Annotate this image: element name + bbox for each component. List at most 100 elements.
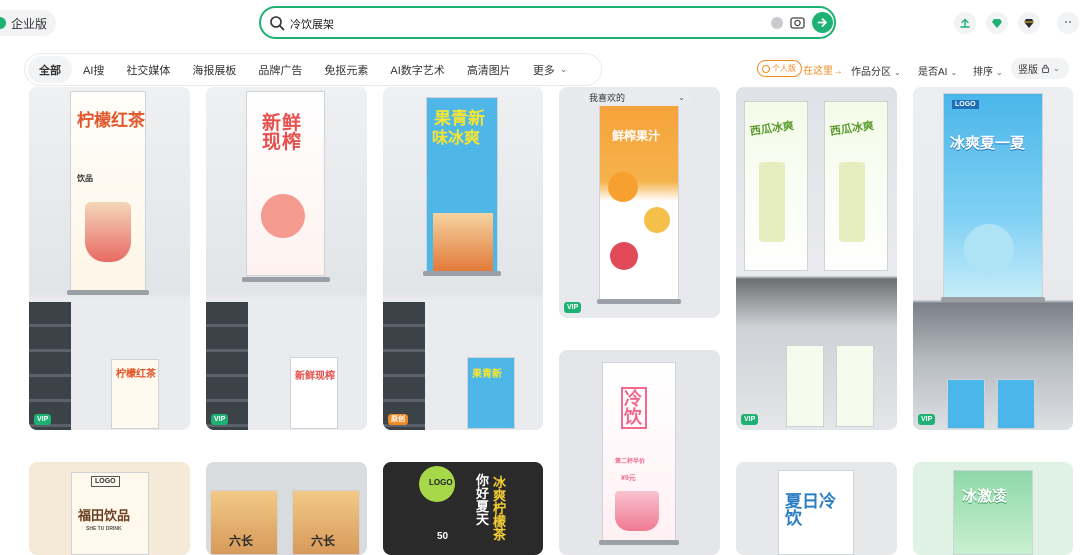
chevron-down-icon: ⌄ bbox=[894, 68, 901, 77]
personal-badge-label: 个人版 bbox=[772, 64, 796, 73]
poster-image: 鲜榨果汁 bbox=[599, 101, 679, 301]
poster-title: 六长 bbox=[229, 534, 254, 548]
poster-title: 六长 bbox=[311, 534, 336, 548]
search-icon bbox=[270, 16, 285, 31]
tab-poster-board[interactable]: 海报展板 bbox=[181, 56, 247, 83]
tab-brand-ads[interactable]: 品牌广告 bbox=[247, 56, 313, 83]
category-tabs: 全部 AI搜 社交媒体 海报展板 品牌广告 免抠元素 AI数字艺术 高清图片 更… bbox=[24, 53, 602, 86]
more-icon[interactable] bbox=[1057, 12, 1079, 34]
orientation-filter[interactable]: 竖版 ⌄ bbox=[1011, 58, 1069, 79]
result-card[interactable]: LOGO 冰爽夏一夏 VIP bbox=[913, 87, 1073, 430]
poster-title: 你好夏天 bbox=[476, 473, 490, 527]
lock-icon bbox=[1042, 64, 1049, 73]
poster-image: 冷饮 第二杯半价 ¥9元 bbox=[602, 362, 676, 542]
vip-badge: VIP bbox=[34, 414, 52, 425]
poster-title: 鲜榨果汁 bbox=[612, 129, 661, 143]
poster-price: ¥9元 bbox=[621, 475, 636, 482]
tab-cutout-elements[interactable]: 免抠元素 bbox=[313, 56, 379, 83]
poster-title: 西瓜冰爽 bbox=[749, 120, 795, 139]
vip-badge: VIP bbox=[564, 302, 582, 313]
search-submit-button[interactable] bbox=[812, 12, 833, 33]
tab-ai-digital-art[interactable]: AI数字艺术 bbox=[379, 56, 455, 83]
personal-edition-badge[interactable]: 个人版 bbox=[757, 60, 802, 77]
personal-circle-icon bbox=[762, 64, 770, 73]
chevron-down-icon: ⌄ bbox=[950, 68, 958, 77]
poster-title-2: 味冰爽 bbox=[432, 130, 481, 147]
poster-logo: LOGO bbox=[91, 476, 120, 487]
result-card[interactable]: 冷饮 第二杯半价 ¥9元 bbox=[559, 350, 720, 555]
tab-more[interactable]: 更多 ⌄ bbox=[522, 56, 579, 83]
poster-image: 六长 bbox=[210, 490, 278, 555]
poster-image: LOGO 福田饮品 SHE TU DRINK bbox=[71, 472, 149, 555]
poster-title: 福田饮品 bbox=[78, 508, 131, 523]
poster-image: 西瓜冰爽 bbox=[824, 101, 888, 271]
result-card[interactable]: LOGO 福田饮品 SHE TU DRINK bbox=[29, 462, 190, 555]
tab-more-label: 更多 bbox=[532, 64, 555, 77]
poster-title-2: 冰爽柠檬茶 bbox=[493, 475, 507, 542]
enterprise-dot-icon bbox=[0, 17, 6, 29]
poster-title: 夏日冷饮 bbox=[785, 492, 836, 528]
poster-title: 新鲜现榨 bbox=[262, 113, 303, 153]
poster-image: 新鲜现榨 bbox=[246, 91, 325, 276]
result-card[interactable]: 西瓜冰爽 西瓜冰爽 VIP bbox=[736, 87, 897, 430]
search-input[interactable]: 冷饮展架 bbox=[290, 16, 334, 32]
poster-image: 六长 bbox=[292, 490, 360, 555]
tab-hd-images[interactable]: 高清图片 bbox=[456, 56, 522, 83]
poster-subtitle: 第二杯半价 bbox=[615, 459, 646, 465]
tab-ai-search[interactable]: AI搜 bbox=[72, 56, 115, 83]
poster-title: 冰激凌 bbox=[962, 488, 1008, 505]
poster-price: 50 bbox=[437, 531, 449, 542]
vip-badge: VIP bbox=[918, 414, 936, 425]
poster-subtitle: 饮品 bbox=[77, 174, 93, 183]
vip-badge: VIP bbox=[211, 414, 229, 425]
ai-filter-label: 是否AI bbox=[918, 67, 948, 78]
poster-image: 冰激凌 bbox=[953, 470, 1033, 555]
sort-filter-label: 排序 bbox=[973, 67, 993, 78]
poster-image: 果青新 味冰爽 bbox=[426, 97, 498, 272]
result-card[interactable]: 鲜榨果汁 VIP bbox=[559, 87, 720, 318]
poster-title: 果青新 bbox=[472, 369, 502, 380]
tab-all[interactable]: 全部 bbox=[28, 56, 72, 83]
result-card[interactable]: 夏日冷饮 bbox=[736, 462, 897, 555]
result-card[interactable]: LOGO 你好夏天 冰爽柠檬茶 50 bbox=[383, 462, 543, 555]
poster-title: 新鲜现榨 bbox=[295, 371, 335, 382]
chevron-down-icon: ⌄ bbox=[559, 64, 568, 74]
poster-title: 柠檬红茶 bbox=[77, 111, 145, 130]
vip-gem-icon[interactable] bbox=[1018, 12, 1040, 34]
search-bar[interactable]: 冷饮展架 bbox=[259, 6, 836, 39]
result-card[interactable]: 柠檬红茶 饮品 柠檬红茶 VIP bbox=[29, 87, 190, 430]
upload-icon[interactable] bbox=[954, 12, 976, 34]
tab-social-media[interactable]: 社交媒体 bbox=[115, 56, 181, 83]
poster-image: LOGO 冰爽夏一夏 bbox=[943, 93, 1043, 298]
chevron-down-icon: ⌄ bbox=[996, 68, 1003, 77]
favorite-dropdown-label: 我喜欢的 bbox=[589, 93, 626, 103]
poster-logo: LOGO bbox=[952, 100, 979, 109]
enterprise-label: 企业版 bbox=[10, 16, 47, 31]
poster-image: 西瓜冰爽 bbox=[744, 101, 808, 271]
diamond-icon[interactable] bbox=[986, 12, 1008, 34]
orientation-filter-label: 竖版 bbox=[1018, 65, 1038, 76]
favorite-dropdown[interactable]: 我喜欢的 ⌄ bbox=[585, 89, 691, 106]
camera-search-icon[interactable] bbox=[790, 15, 805, 30]
result-card[interactable]: 冰激凌 bbox=[913, 462, 1073, 555]
category-filter[interactable]: 作品分区 ⌄ bbox=[851, 63, 901, 78]
ai-filter[interactable]: 是否AI ⌄ bbox=[918, 63, 957, 78]
poster-title: 西瓜冰爽 bbox=[829, 120, 875, 139]
poster-image: 夏日冷饮 bbox=[778, 470, 854, 555]
poster-subtitle: SHE TU DRINK bbox=[86, 526, 122, 532]
result-card[interactable]: 果青新 味冰爽 果青新 原创 bbox=[383, 87, 543, 430]
poster-image: 柠檬红茶 饮品 bbox=[70, 91, 146, 291]
poster-title: 柠檬红茶 bbox=[116, 369, 156, 380]
result-card[interactable]: 六长 六长 bbox=[206, 462, 367, 555]
sort-filter[interactable]: 排序 ⌄ bbox=[973, 63, 1003, 78]
chevron-down-icon: ⌄ bbox=[1053, 64, 1060, 73]
result-card[interactable]: 新鲜现榨 新鲜现榨 VIP bbox=[206, 87, 367, 430]
poster-logo: LOGO bbox=[429, 478, 453, 487]
chevron-down-icon: ⌄ bbox=[678, 93, 685, 102]
poster-title: 果青新 bbox=[434, 109, 485, 128]
here-link[interactable]: 在这里→ bbox=[803, 62, 843, 77]
top-header: 企业版 冷饮展架 bbox=[0, 0, 1080, 46]
clear-search-icon[interactable] bbox=[771, 17, 783, 29]
enterprise-edition-button[interactable]: 企业版 bbox=[0, 10, 56, 36]
original-badge: 原创 bbox=[388, 414, 408, 425]
